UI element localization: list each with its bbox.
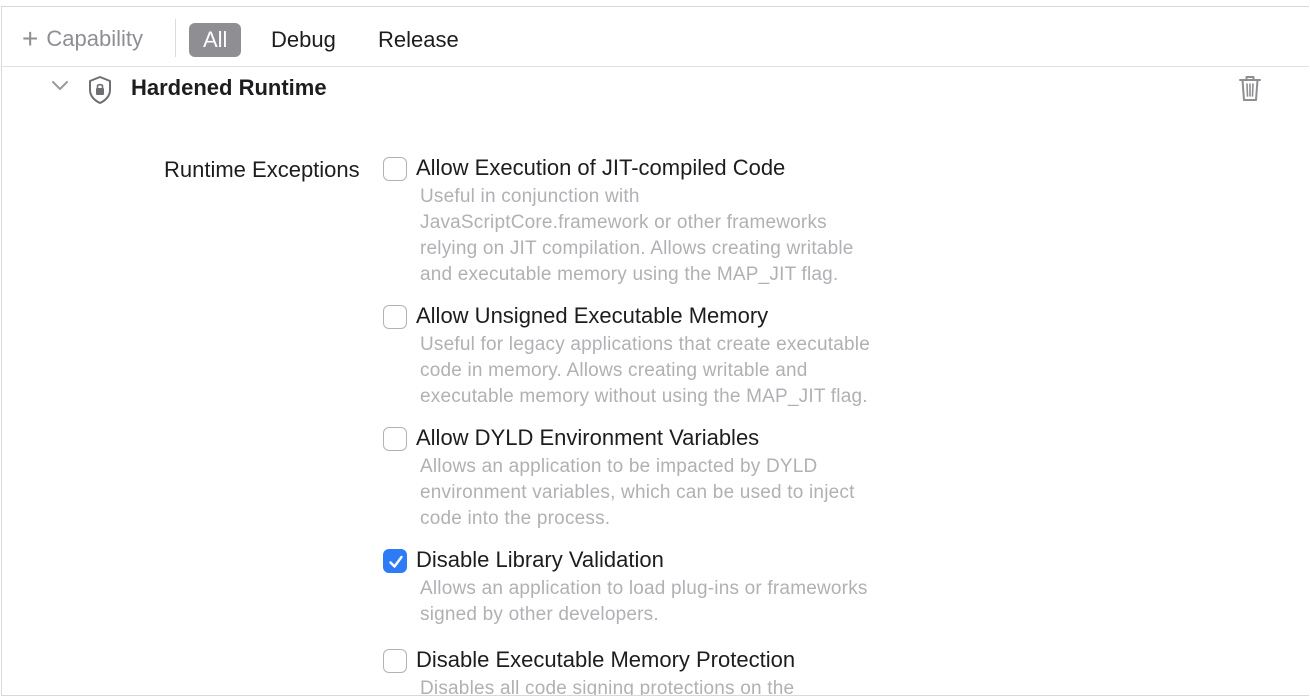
add-capability-button[interactable]: + Capability <box>22 25 143 53</box>
option-description: Allows an application to load plug-ins o… <box>420 578 868 625</box>
option-title: Allow Unsigned Executable Memory <box>416 303 769 328</box>
section-title: Hardened Runtime <box>131 75 327 100</box>
tab-all[interactable]: All <box>189 23 242 57</box>
option-title: Disable Executable Memory Protection <box>416 647 796 672</box>
runtime-exceptions-label: Runtime Exceptions <box>164 157 360 182</box>
checkbox-checked[interactable] <box>383 549 407 573</box>
checkmark-icon <box>389 555 403 568</box>
option-title: Allow Execution of JIT-compiled Code <box>416 155 786 180</box>
option-description: Disables all code signing protections on… <box>420 678 795 696</box>
checkbox[interactable] <box>383 427 407 451</box>
option-description: Useful for legacy applications that crea… <box>420 334 870 407</box>
toolbar-divider <box>175 19 176 57</box>
option-description: Useful in conjunction with JavaScriptCor… <box>420 186 854 285</box>
option-title: Disable Library Validation <box>416 547 664 572</box>
add-capability-label: Capability <box>46 26 143 51</box>
capabilities-pane: + Capability All Debug Release Hardened … <box>1 6 1309 696</box>
trash-icon[interactable] <box>1237 73 1263 108</box>
plus-icon: + <box>22 23 39 54</box>
checkbox[interactable] <box>383 305 407 329</box>
chevron-down-icon[interactable] <box>50 79 70 98</box>
option-description: Allows an application to be impacted by … <box>420 456 855 529</box>
tab-release[interactable]: Release <box>364 23 473 57</box>
tab-debug[interactable]: Debug <box>257 23 350 57</box>
option-title: Allow DYLD Environment Variables <box>416 425 760 450</box>
checkbox[interactable] <box>383 649 407 673</box>
shield-lock-icon <box>87 75 113 110</box>
capabilities-toolbar: + Capability All Debug Release <box>2 7 1309 67</box>
checkbox[interactable] <box>383 157 407 181</box>
